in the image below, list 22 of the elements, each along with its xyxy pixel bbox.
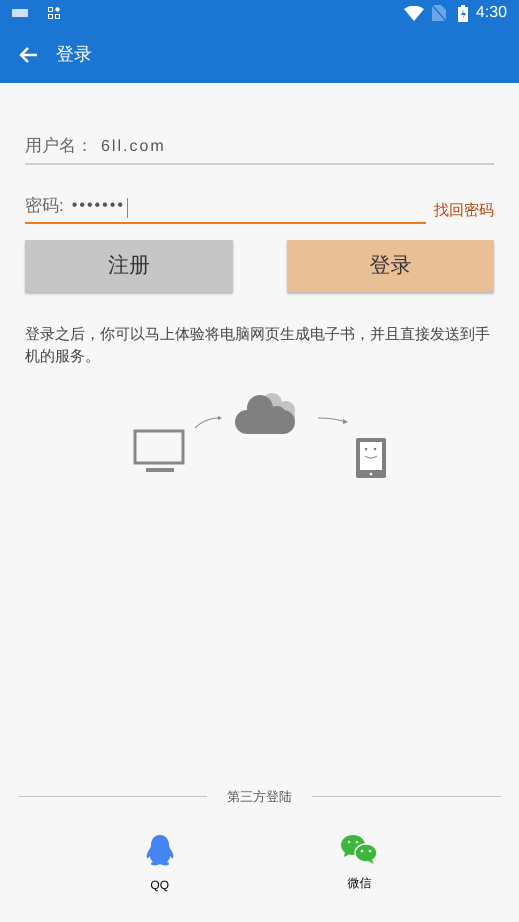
- text-field[interactable]: 用户名： 6ll.com: [25, 133, 494, 164]
- field-value: •••••••: [72, 196, 125, 216]
- social-login-button[interactable]: 微信: [319, 834, 400, 894]
- battery-charging-icon: [458, 4, 468, 22]
- text-cursor: [126, 198, 128, 218]
- page-title: 登录: [56, 43, 92, 66]
- section-heading: 第三方登陆: [227, 788, 292, 806]
- field-label: 用户名：: [25, 135, 93, 157]
- wifi-icon: [404, 6, 424, 20]
- login-button[interactable]: 登录: [286, 240, 494, 292]
- social-login-button[interactable]: QQ: [120, 834, 200, 894]
- field-label: 密码:: [25, 194, 64, 216]
- clock-time: 4:30: [476, 3, 507, 23]
- field-value: 6ll.com: [101, 136, 166, 156]
- no-sim-icon: [432, 5, 446, 21]
- description-text: 登录之后，你可以马上体验将电脑网页生成电子书，并且直接发送到手机的服务。: [25, 325, 491, 367]
- chat-bubbles-icon: [340, 834, 378, 866]
- grid-icon: [48, 7, 60, 19]
- text-field[interactable]: 密码: •••••••: [25, 192, 426, 224]
- keyboard-icon: [12, 9, 28, 17]
- forgot-password-link[interactable]: 找回密码: [434, 200, 494, 224]
- register-button[interactable]: 注册: [25, 240, 232, 292]
